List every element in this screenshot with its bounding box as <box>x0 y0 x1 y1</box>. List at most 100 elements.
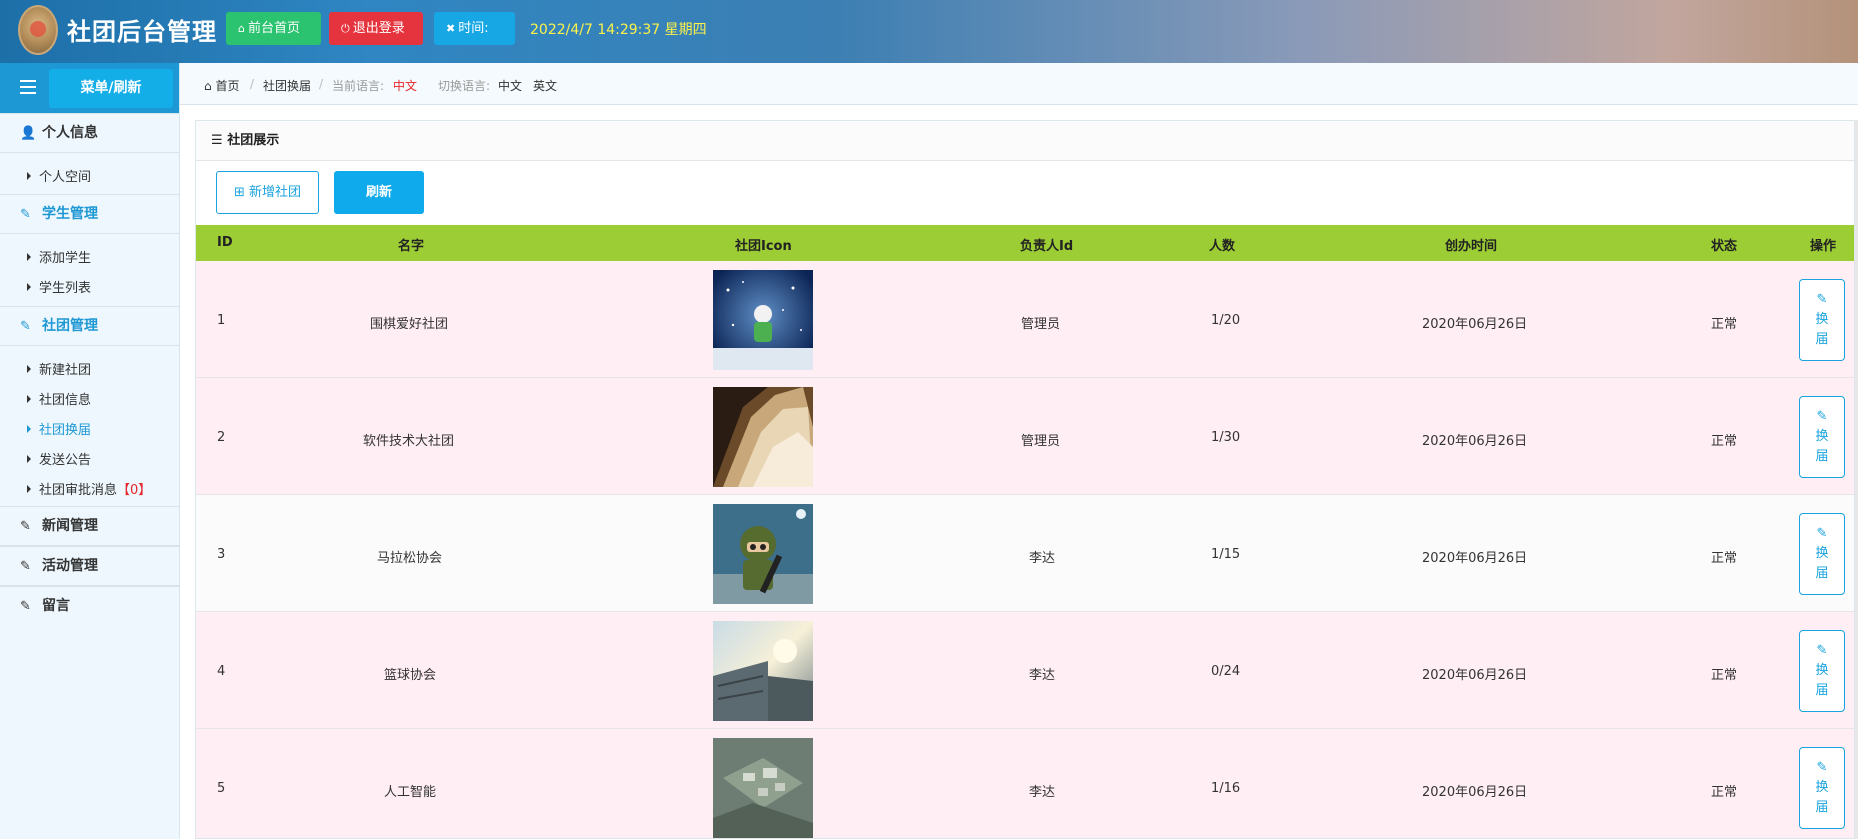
col-leader: 负责人Id <box>1020 239 1074 254</box>
cell-count: 0/24 <box>1211 664 1241 679</box>
col-created: 创办时间 <box>1445 239 1498 254</box>
sidebar-item-label: 添加学生 <box>39 251 92 266</box>
change-term-button[interactable]: ✎ 换届 <box>1799 396 1845 478</box>
current-language-value: 中文 <box>393 79 418 93</box>
cell-id: 5 <box>217 781 226 796</box>
caret-right-icon <box>27 485 31 493</box>
power-icon: ⏻ <box>341 22 350 35</box>
language-option-zh[interactable]: 中文 <box>498 77 522 94</box>
col-count: 人数 <box>1209 239 1236 254</box>
sidebar-item-new-club[interactable]: 新建社团 <box>27 359 91 378</box>
table-row: 3 马拉松协会 李达 1/15 2020年06月26日 正常 ✎ 换届 <box>196 495 1854 612</box>
sidebar-item-club-change[interactable]: 社团换届 <box>27 419 91 438</box>
club-panel: ☰ 社团展示 ⊞ 新增社团 刷新 ID 名字 社团Icon 负责人Id 人数 创… <box>195 120 1855 839</box>
app-title: 社团后台管理 <box>67 18 217 46</box>
cell-count: 1/30 <box>1211 430 1241 445</box>
sidebar-section-label: 学生管理 <box>42 206 98 222</box>
club-logo <box>18 5 58 55</box>
add-club-label: 新增社团 <box>249 185 302 200</box>
cell-id: 3 <box>217 547 226 562</box>
cell-leader: 李达 <box>1029 785 1056 800</box>
sidebar-section-message[interactable]: ✎ 留言 <box>0 586 180 626</box>
sidebar-section-news[interactable]: ✎ 新闻管理 <box>0 506 180 546</box>
sidebar-item-add-student[interactable]: 添加学生 <box>27 247 91 266</box>
table-row: 1 围棋爱好社团 管理员 1/20 2020年06月26日 正常 ✎ 换届 <box>196 261 1854 378</box>
refresh-button[interactable]: 刷新 <box>334 171 424 214</box>
cell-created: 2020年06月26日 <box>1422 785 1528 800</box>
edit-icon: ✎ <box>1816 760 1828 775</box>
cell-id: 4 <box>217 664 226 679</box>
sidebar-section-personal[interactable]: 👤 个人信息 <box>0 113 180 153</box>
col-icon: 社团Icon <box>735 239 792 254</box>
logout-label: 退出登录 <box>352 21 405 36</box>
sidebar-item-personal-space[interactable]: 个人空间 <box>27 166 91 185</box>
sidebar-section-student[interactable]: ✎ 学生管理 <box>0 194 180 234</box>
sidebar-section-activity[interactable]: ✎ 活动管理 <box>0 546 180 586</box>
add-club-button[interactable]: ⊞ 新增社团 <box>216 171 319 214</box>
breadcrumb-home[interactable]: ⌂ 首页 <box>204 77 239 94</box>
sidebar-item-label: 社团审批消息 <box>39 483 118 498</box>
table-row: 4 篮球协会 李达 0/24 2020年06月26日 正常 ✎ 换届 <box>196 612 1854 729</box>
home-icon: ⌂ <box>204 79 212 93</box>
change-term-button[interactable]: ✎ 换届 <box>1799 513 1845 595</box>
sidebar-item-club-info[interactable]: 社团信息 <box>27 389 91 408</box>
col-id: ID <box>217 235 233 250</box>
logout-button[interactable]: ⏻ 退出登录 <box>329 12 423 45</box>
sidebar-item-student-list[interactable]: 学生列表 <box>27 277 91 296</box>
sidebar-item-approval-messages[interactable]: 社团审批消息【0】 <box>27 479 151 498</box>
front-home-button[interactable]: ⌂ 前台首页 <box>226 12 321 45</box>
change-term-label: 换届 <box>1815 429 1829 464</box>
sidebar-item-label: 个人空间 <box>39 170 92 185</box>
change-term-label: 换届 <box>1815 663 1829 698</box>
plus-square-icon: ⊞ <box>233 185 245 200</box>
col-name: 名字 <box>398 239 425 254</box>
breadcrumb: ⌂ 首页 / 社团换届 / 当前语言: 中文 切换语言: 中文 英文 <box>180 63 1858 105</box>
cell-name: 人工智能 <box>384 785 437 800</box>
switch-language-label: 切换语言: <box>438 79 491 93</box>
cell-created: 2020年06月26日 <box>1422 434 1528 449</box>
club-icon-image <box>713 387 813 487</box>
change-term-label: 换届 <box>1815 546 1829 581</box>
cell-status: 正常 <box>1711 668 1738 683</box>
language-option-en[interactable]: 英文 <box>533 77 557 94</box>
sidebar-section-label: 活动管理 <box>42 558 98 574</box>
sidebar-item-label: 学生列表 <box>39 281 92 296</box>
cell-status: 正常 <box>1711 434 1738 449</box>
edit-icon: ✎ <box>20 207 31 222</box>
table-row: 2 软件技术大社团 管理员 1/30 2020年06月26日 正常 ✎ 换届 <box>196 378 1854 495</box>
cell-id: 2 <box>217 430 226 445</box>
cell-id: 1 <box>217 313 226 328</box>
table-row: 5 人工智能 李达 1/16 2020年06月26日 正常 ✎ 换届 <box>196 729 1854 838</box>
sidebar-section-label: 社团管理 <box>42 318 98 334</box>
caret-right-icon <box>27 365 31 373</box>
cell-leader: 管理员 <box>1021 317 1061 332</box>
change-term-label: 换届 <box>1815 780 1829 815</box>
cell-name: 马拉松协会 <box>377 551 443 566</box>
sidebar-section-label: 留言 <box>42 598 70 614</box>
caret-right-icon <box>27 425 31 433</box>
caret-right-icon <box>27 283 31 291</box>
change-term-button[interactable]: ✎ 换届 <box>1799 747 1845 829</box>
cell-count: 1/15 <box>1211 547 1241 562</box>
time-label: 时间: <box>458 21 489 36</box>
list-icon: ☰ <box>211 133 223 148</box>
front-home-label: 前台首页 <box>247 21 300 36</box>
cell-name: 软件技术大社团 <box>363 434 455 449</box>
club-icon-image <box>713 270 813 370</box>
edit-icon: ✎ <box>1816 643 1828 658</box>
sidebar-item-label: 社团换届 <box>39 423 92 438</box>
change-term-button[interactable]: ✎ 换届 <box>1799 630 1845 712</box>
sidebar-item-send-notice[interactable]: 发送公告 <box>27 449 91 468</box>
cell-created: 2020年06月26日 <box>1422 317 1528 332</box>
cell-count: 1/20 <box>1211 313 1241 328</box>
time-button[interactable]: ✖ 时间: <box>434 12 515 45</box>
hamburger-icon[interactable] <box>20 80 36 94</box>
panel-header: ☰ 社团展示 <box>196 121 1854 161</box>
cell-status: 正常 <box>1711 551 1738 566</box>
current-language-label: 当前语言: <box>332 79 385 93</box>
change-term-button[interactable]: ✎ 换届 <box>1799 279 1845 361</box>
edit-icon: ✎ <box>20 559 31 574</box>
sidebar-section-club[interactable]: ✎ 社团管理 <box>0 306 180 346</box>
menu-refresh-button[interactable]: 菜单/刷新 <box>49 69 173 108</box>
edit-icon: ✎ <box>20 519 31 534</box>
